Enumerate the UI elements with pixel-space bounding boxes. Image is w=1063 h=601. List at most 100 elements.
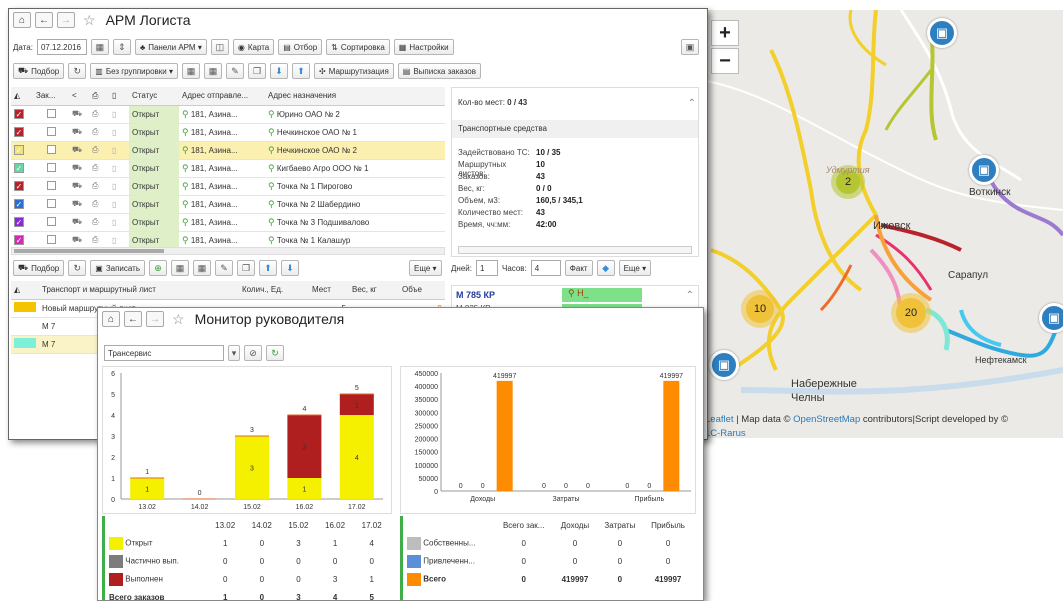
- collapse-icon[interactable]: ⌃: [688, 98, 696, 109]
- more-button-2[interactable]: Еще ▾: [618, 260, 652, 276]
- save-button[interactable]: ▣ Записать: [90, 260, 145, 276]
- order-checkbox[interactable]: [46, 108, 56, 118]
- sort-button[interactable]: ⇅ Сортировка: [326, 39, 390, 55]
- order-checkbox[interactable]: [46, 216, 56, 226]
- table-row[interactable]: ✓ ⛟ ⎙ ▯ Открыт ⚲ 181, Азина... ⚲ Юрино ОАО № 2: [11, 105, 445, 124]
- panels-button[interactable]: ♣ Панели АРМ ▾: [134, 39, 207, 55]
- order-checkbox[interactable]: [46, 198, 56, 208]
- settings-button[interactable]: ▦ Настройки: [393, 39, 454, 55]
- dropdown-icon[interactable]: ▾: [228, 345, 240, 361]
- order-checkbox[interactable]: [46, 126, 56, 136]
- date-input[interactable]: 07.12.2016: [36, 39, 87, 55]
- column-header[interactable]: Зак...: [33, 87, 69, 106]
- info-scrollbar[interactable]: [458, 246, 692, 254]
- x-tick-label: 14.02: [191, 504, 209, 511]
- refresh-icon[interactable]: ↻: [266, 345, 284, 361]
- calendar-icon[interactable]: ▦: [182, 63, 201, 79]
- copy-icon[interactable]: ❐: [248, 63, 267, 79]
- forward-icon[interactable]: →: [57, 12, 75, 28]
- fact-button[interactable]: Факт: [564, 260, 593, 276]
- table-row[interactable]: Привлеченн... 0 0 0 0: [403, 552, 693, 570]
- map-panel[interactable]: + − 2 10 20 ▣ ▣ ▣ ▣ Ижевск Воткинск Сара…: [701, 10, 1063, 438]
- column-header[interactable]: Адрес назначения: [265, 87, 445, 106]
- table-row[interactable]: ✓ ⛟ ⎙ ▯ Открыт ⚲ 181, Азина... ⚲ Точка № 2 Шаб…: [11, 195, 445, 214]
- add-icon[interactable]: ⊕: [149, 260, 167, 276]
- zoom-out-button[interactable]: −: [711, 48, 739, 74]
- truck-marker-icon[interactable]: ▣: [927, 18, 957, 48]
- y-tick-label: 400000: [415, 384, 438, 391]
- order-checkbox[interactable]: [46, 180, 56, 190]
- order-checkbox[interactable]: [46, 144, 56, 154]
- table-row[interactable]: Частично вып. 0 0 0 0 0: [105, 552, 390, 570]
- more-button[interactable]: Еще ▾: [409, 260, 442, 276]
- truck-marker-icon[interactable]: ▣: [1039, 303, 1063, 333]
- move-up-icon[interactable]: ⬆: [259, 260, 277, 276]
- copy-icon[interactable]: ❐: [237, 260, 255, 276]
- table-row[interactable]: Всего 0 419997 0 419997: [403, 570, 693, 588]
- calendar-icon[interactable]: ▦: [171, 260, 189, 276]
- move-down-icon[interactable]: ⬇: [281, 260, 299, 276]
- move-up-icon[interactable]: ⬆: [292, 63, 311, 79]
- filter-button[interactable]: ▤ Отбор: [278, 39, 323, 55]
- favorite-star-icon[interactable]: ☆: [83, 12, 96, 29]
- back-icon[interactable]: ←: [124, 311, 142, 327]
- order-checkbox[interactable]: [46, 234, 56, 244]
- timeline-bar[interactable]: ⚲ Н_: [562, 288, 642, 302]
- table-row[interactable]: ✓ ⛟ ⎙ ▯ Открыт ⚲ 181, Азина... ⚲ Нечкинское ОА…: [11, 123, 445, 142]
- map-button[interactable]: ◉ Карта: [232, 39, 275, 55]
- home-icon[interactable]: ⌂: [13, 12, 31, 28]
- days-input[interactable]: 1: [475, 260, 498, 276]
- calendar-icon[interactable]: ▦: [90, 39, 109, 55]
- order-checkbox[interactable]: [46, 162, 56, 172]
- collapse-icon[interactable]: ⌃: [686, 290, 694, 301]
- edit-icon[interactable]: ✎: [215, 260, 233, 276]
- link-icon[interactable]: ⊘: [244, 345, 262, 361]
- back-icon[interactable]: ←: [35, 12, 53, 28]
- map-cluster[interactable]: 20: [891, 293, 931, 333]
- column-header[interactable]: Колич., Ед.: [239, 281, 309, 300]
- refresh-icon[interactable]: ↻: [68, 260, 87, 276]
- column-header[interactable]: Мест: [309, 281, 349, 300]
- table-row[interactable]: Выполнен 0 0 0 3 1: [105, 570, 390, 588]
- grouping-select[interactable]: ▥ Без группировки ▾: [90, 63, 179, 79]
- table-row[interactable]: Собственны... 0 0 0 0: [403, 534, 693, 552]
- stepper-icon[interactable]: ⇕: [112, 39, 131, 55]
- layout-icon[interactable]: ◫: [210, 39, 229, 55]
- table-row[interactable]: ✓ ⛟ ⎙ ▯ Открыт ⚲ 181, Азина... ⚲ Кигбаево Агро…: [11, 159, 445, 178]
- company-link[interactable]: 1C-Rarus: [705, 428, 746, 438]
- column-header[interactable]: Объе: [399, 281, 445, 300]
- refresh-icon[interactable]: ↻: [68, 63, 87, 79]
- forward-icon[interactable]: →: [146, 311, 164, 327]
- horizontal-scrollbar[interactable]: [11, 247, 445, 255]
- edit-icon[interactable]: ✎: [226, 63, 245, 79]
- calendar-icon[interactable]: ▦: [204, 63, 223, 79]
- table-row[interactable]: ✓ ⛟ ⎙ ▯ Открыт ⚲ 181, Азина... ⚲ Точка № 1 Пир…: [11, 177, 445, 196]
- company-select[interactable]: Трансервис: [104, 345, 224, 361]
- column-header[interactable]: Транспорт и маршрутный лист: [39, 281, 239, 300]
- nav-icon[interactable]: ◆: [596, 260, 615, 276]
- osm-link[interactable]: OpenStreetMap: [793, 414, 860, 425]
- column-header[interactable]: Статус: [129, 87, 179, 106]
- truck-marker-icon[interactable]: ▣: [709, 350, 739, 380]
- y-tick-label: 350000: [415, 397, 438, 404]
- favorite-star-icon[interactable]: ☆: [172, 311, 185, 328]
- home-icon[interactable]: ⌂: [102, 311, 120, 327]
- leaflet-link[interactable]: Leaflet: [705, 414, 734, 425]
- table-row[interactable]: Всего заказов 1 0 3 4 5: [105, 588, 390, 601]
- select-button-2[interactable]: ⛟ Подбор: [13, 260, 65, 276]
- table-row[interactable]: ✓ ⛟ ⎙ ▯ Открыт ⚲ 181, Азина... ⚲ Точка № 3 Под…: [11, 213, 445, 232]
- calendar-icon[interactable]: ▦: [193, 260, 211, 276]
- select-button[interactable]: ⛟ Подбор: [13, 63, 65, 79]
- column-header[interactable]: Адрес отправле...: [179, 87, 265, 106]
- issue-orders-button[interactable]: ▤ Выписка заказов: [397, 63, 482, 79]
- table-row[interactable]: Открыт 1 0 3 1 4: [105, 534, 390, 552]
- routing-button[interactable]: ✣ Маршрутизация: [314, 63, 394, 79]
- truck-marker-icon[interactable]: ▣: [969, 155, 999, 185]
- map-cluster[interactable]: 10: [741, 290, 779, 328]
- table-row[interactable]: ✓ ⛟ ⎙ ▯ Открыт ⚲ 181, Азина... ⚲ Нечкинское ОА…: [11, 141, 445, 160]
- hours-input[interactable]: 4: [530, 260, 561, 276]
- zoom-in-button[interactable]: +: [711, 20, 739, 46]
- move-down-icon[interactable]: ⬇: [270, 63, 289, 79]
- window-icon[interactable]: ▣: [681, 39, 699, 55]
- column-header[interactable]: Вес, кг: [349, 281, 399, 300]
